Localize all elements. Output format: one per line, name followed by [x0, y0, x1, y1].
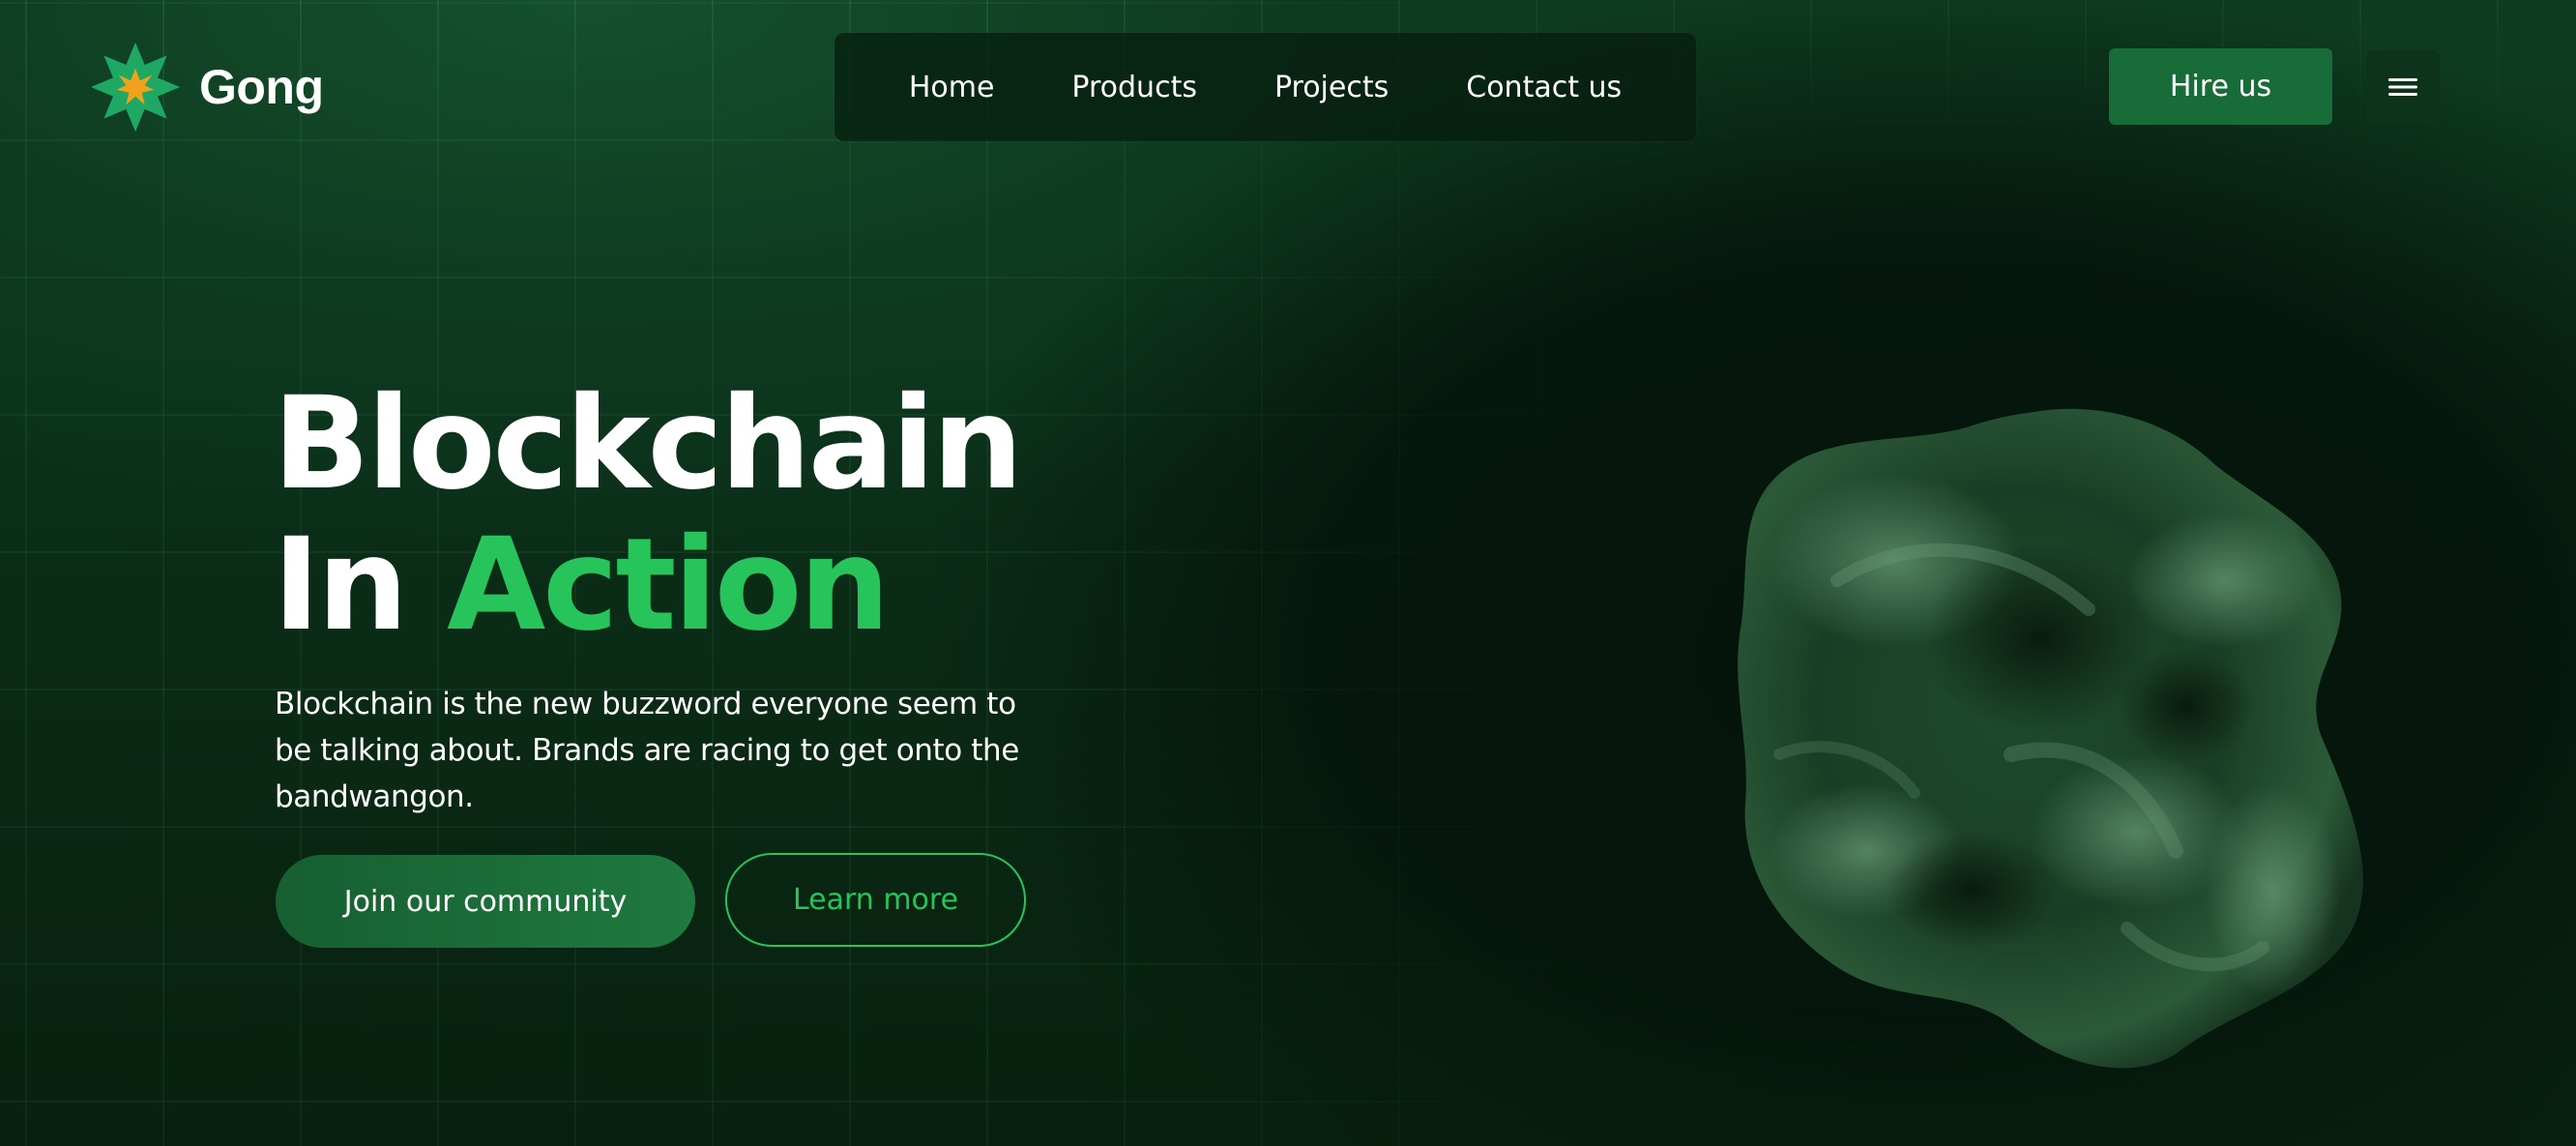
blob-shadow — [2118, 648, 2253, 764]
blob-shadow — [1886, 832, 2060, 948]
hire-us-label: Hire us — [2169, 70, 2272, 103]
nav-item-contact-us[interactable]: Contact us — [1466, 71, 1622, 104]
main-nav: Home Products Projects Contact us — [834, 33, 1696, 141]
learn-more-button[interactable]: Learn more — [725, 853, 1026, 947]
join-community-button[interactable]: Join our community — [276, 855, 695, 948]
hero-description: Blockchain is the new buzzword everyone … — [275, 687, 1019, 814]
hero-title-accent: Action — [447, 511, 890, 660]
nav-item-home[interactable]: Home — [909, 71, 995, 104]
menu-button[interactable] — [2366, 50, 2440, 124]
abstract-3d-blob-illustration — [1721, 387, 2398, 1083]
landing-page: Gong Home Products Projects Contact us H… — [0, 0, 2576, 1146]
blob-highlight — [2127, 513, 2321, 648]
hero-title-prefix: In — [273, 511, 408, 660]
hero-title-line-1: Blockchain — [273, 369, 1023, 518]
brand-logo[interactable]: Gong — [89, 41, 324, 133]
hire-us-button[interactable]: Hire us — [2109, 48, 2332, 125]
star-burst-icon — [89, 41, 182, 133]
nav-item-projects[interactable]: Projects — [1274, 71, 1389, 104]
hamburger-menu-icon — [2386, 74, 2419, 100]
join-community-label: Join our community — [343, 884, 628, 919]
learn-more-label: Learn more — [792, 883, 959, 917]
hero-title: Blockchain In Action — [273, 369, 1023, 656]
nav-item-products[interactable]: Products — [1071, 71, 1197, 104]
hero-title-line-2: In Action — [273, 514, 1020, 656]
brand-name: Gong — [199, 60, 324, 114]
